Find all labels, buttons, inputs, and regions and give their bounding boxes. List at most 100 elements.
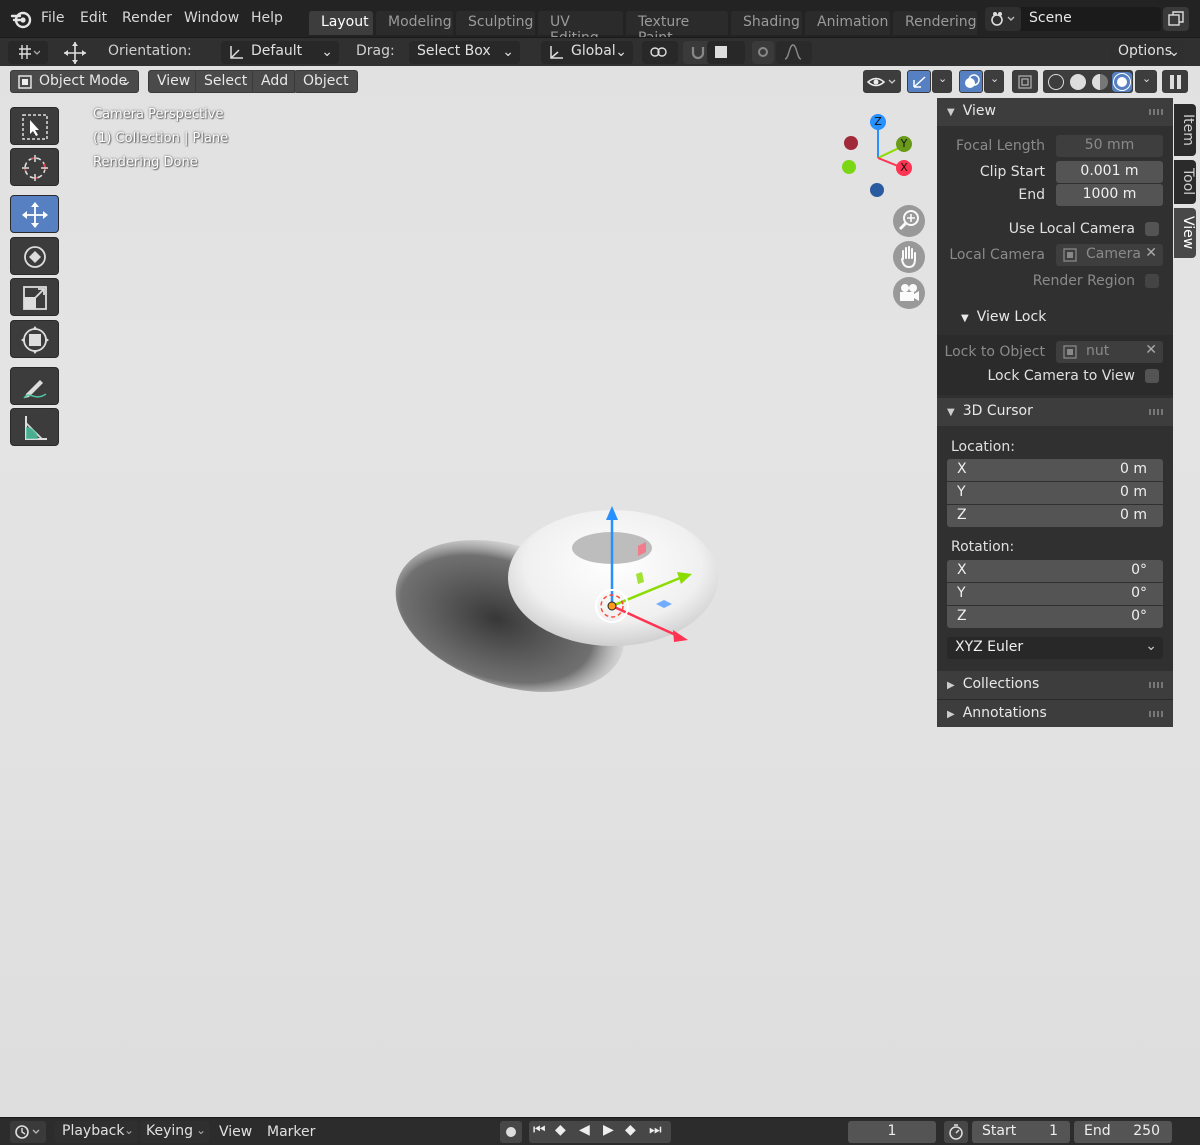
y-axis-arrow[interactable] bbox=[677, 572, 692, 584]
snap-settings-button[interactable] bbox=[8, 41, 48, 64]
scale-tool[interactable] bbox=[10, 278, 59, 316]
tab-shading[interactable]: Shading bbox=[731, 11, 802, 35]
menu-window[interactable]: Window bbox=[184, 10, 239, 26]
camera-view-button[interactable] bbox=[893, 277, 925, 309]
gizmo-toggle-button[interactable] bbox=[907, 70, 931, 93]
rotate-tool[interactable] bbox=[10, 237, 59, 275]
measure-tool[interactable] bbox=[10, 408, 59, 446]
clear-icon[interactable]: ✕ bbox=[1145, 245, 1157, 261]
tab-layout[interactable]: Layout bbox=[309, 11, 373, 35]
record-button[interactable] bbox=[500, 1121, 522, 1143]
drag-handle-icon[interactable] bbox=[1149, 409, 1163, 415]
viewport-menu-add[interactable]: Add bbox=[252, 70, 298, 93]
drag-handle-icon[interactable] bbox=[1149, 682, 1163, 688]
cursor-location-z[interactable]: Z 0 m bbox=[947, 505, 1163, 527]
gizmo-neg-z-axis[interactable] bbox=[870, 183, 884, 197]
gizmo-x-axis[interactable]: X bbox=[896, 160, 912, 176]
tab-uv-editing[interactable]: UV Editing bbox=[538, 11, 623, 46]
annotations-panel-header[interactable]: ▶ Annotations bbox=[937, 699, 1173, 727]
menu-file[interactable]: File bbox=[41, 10, 64, 26]
yz-plane-handle[interactable] bbox=[638, 542, 646, 556]
collections-panel-header[interactable]: ▶ Collections bbox=[937, 671, 1173, 699]
transform-tool[interactable] bbox=[10, 320, 59, 358]
lock-camera-to-view-checkbox[interactable] bbox=[1145, 369, 1159, 383]
menu-edit[interactable]: Edit bbox=[80, 10, 107, 26]
gizmo-dropdown[interactable]: ⌄ bbox=[932, 70, 952, 93]
render-region-checkbox[interactable] bbox=[1145, 274, 1159, 288]
cursor-location-x[interactable]: X 0 m bbox=[947, 459, 1163, 481]
viewport-menu-select[interactable]: Select bbox=[195, 70, 257, 93]
tab-sculpting[interactable]: Sculpting bbox=[456, 11, 535, 35]
falloff-dropdown[interactable] bbox=[776, 41, 812, 64]
cursor-panel-header[interactable]: ▼ 3D Cursor bbox=[937, 398, 1173, 426]
drag-handle-icon[interactable] bbox=[1149, 109, 1163, 115]
xray-toggle-button[interactable] bbox=[1012, 70, 1038, 93]
pan-button[interactable] bbox=[893, 241, 925, 273]
view-lock-subpanel-header[interactable]: ▼ View Lock bbox=[961, 309, 1046, 325]
annotate-tool[interactable] bbox=[10, 367, 59, 405]
overlays-toggle-button[interactable] bbox=[959, 70, 983, 93]
sidebar-tab-tool[interactable]: Tool bbox=[1174, 160, 1196, 204]
cursor-rotation-x[interactable]: X 0° bbox=[947, 560, 1163, 582]
sidebar-tab-view[interactable]: View bbox=[1174, 208, 1196, 258]
gizmo-neg-x-axis[interactable] bbox=[844, 136, 858, 150]
snap-target-dropdown[interactable] bbox=[707, 41, 745, 64]
material-preview-icon[interactable] bbox=[1092, 74, 1108, 90]
timeline-menu-view[interactable]: View bbox=[219, 1124, 252, 1140]
jump-keyframe-forward-icon[interactable]: ◆ bbox=[625, 1122, 636, 1138]
xy-plane-handle[interactable] bbox=[656, 600, 672, 608]
rotation-mode-dropdown[interactable]: XYZ Euler ⌄ bbox=[947, 637, 1163, 659]
jump-keyframe-back-icon[interactable]: ◆ bbox=[555, 1122, 566, 1138]
menu-render[interactable]: Render bbox=[122, 10, 172, 26]
scene-selector-button[interactable] bbox=[985, 7, 1021, 31]
viewport-menu-object[interactable]: Object bbox=[294, 70, 358, 93]
mode-dropdown[interactable]: Object Mode ⌄ bbox=[10, 70, 139, 93]
timeline-menu-marker[interactable]: Marker bbox=[267, 1124, 315, 1140]
editor-type-dropdown[interactable] bbox=[10, 1121, 46, 1143]
options-dropdown[interactable]: Options ⌄ bbox=[1110, 41, 1184, 64]
clear-icon[interactable]: ✕ bbox=[1145, 342, 1157, 358]
select-box-tool[interactable] bbox=[10, 107, 59, 145]
zoom-button[interactable] bbox=[893, 205, 925, 237]
tab-rendering[interactable]: Rendering bbox=[893, 11, 977, 35]
transform-orientation-dropdown[interactable]: Global ⌄ bbox=[541, 41, 633, 64]
playback-menu[interactable]: Playback ⌄ bbox=[54, 1121, 138, 1143]
orientation-dropdown[interactable]: Default ⌄ bbox=[221, 41, 339, 64]
visibility-dropdown[interactable] bbox=[863, 70, 901, 93]
scene-name-field[interactable]: Scene bbox=[1021, 7, 1161, 31]
use-local-camera-checkbox[interactable] bbox=[1145, 222, 1159, 236]
cursor-location-y[interactable]: Y 0 m bbox=[947, 482, 1163, 504]
sidebar-tab-item[interactable]: Item bbox=[1174, 104, 1196, 156]
end-frame-field[interactable]: End 250 bbox=[1074, 1121, 1172, 1143]
move-tool[interactable] bbox=[10, 195, 59, 233]
local-camera-field[interactable]: Camera ✕ bbox=[1056, 244, 1163, 266]
tab-animation[interactable]: Animation bbox=[805, 11, 890, 35]
pivot-point-button[interactable] bbox=[642, 41, 678, 64]
tab-texture-paint[interactable]: Texture Paint bbox=[626, 11, 728, 46]
cursor-rotation-z[interactable]: Z 0° bbox=[947, 606, 1163, 628]
viewport-menu-view[interactable]: View bbox=[148, 70, 200, 93]
jump-to-end-icon[interactable]: ⏭ bbox=[649, 1122, 662, 1138]
cursor-tool[interactable] bbox=[10, 148, 59, 186]
menu-help[interactable]: Help bbox=[251, 10, 283, 26]
solid-shading-icon[interactable] bbox=[1070, 74, 1086, 90]
jump-to-start-icon[interactable]: ⏮ bbox=[533, 1122, 546, 1138]
z-axis-arrow[interactable] bbox=[606, 506, 618, 520]
start-frame-field[interactable]: Start 1 bbox=[972, 1121, 1070, 1143]
blender-logo-icon[interactable] bbox=[10, 8, 32, 30]
overlays-dropdown[interactable]: ⌄ bbox=[984, 70, 1004, 93]
gizmo-y-axis[interactable]: Y bbox=[896, 136, 912, 152]
rendered-shading-button[interactable] bbox=[1112, 72, 1132, 92]
transform-gizmo[interactable] bbox=[560, 496, 700, 656]
lock-to-object-field[interactable]: nut ✕ bbox=[1056, 341, 1163, 363]
play-reverse-icon[interactable]: ◀ bbox=[579, 1122, 590, 1138]
current-frame-field[interactable]: 1 bbox=[848, 1121, 936, 1143]
gizmo-z-axis[interactable]: Z bbox=[870, 114, 886, 130]
cursor-rotation-y[interactable]: Y 0° bbox=[947, 583, 1163, 605]
x-axis-arrow[interactable] bbox=[673, 630, 688, 642]
xz-plane-handle[interactable] bbox=[636, 572, 644, 584]
clip-start-field[interactable]: 0.001 m bbox=[1056, 161, 1163, 183]
new-scene-button[interactable] bbox=[1163, 7, 1189, 31]
tab-modeling[interactable]: Modeling bbox=[376, 11, 453, 35]
keying-menu[interactable]: Keying ⌄ bbox=[140, 1121, 210, 1143]
